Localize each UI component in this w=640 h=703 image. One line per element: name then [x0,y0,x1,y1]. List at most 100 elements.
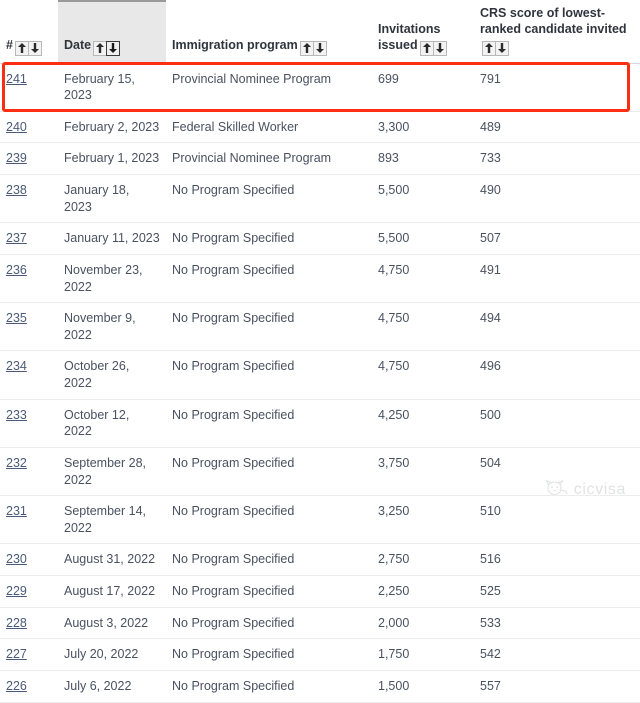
round-number-link[interactable]: 234 [6,359,27,373]
round-number-link[interactable]: 231 [6,504,27,518]
cell-invitations-issued: 2,750 [372,543,474,576]
sort-ascending-icon[interactable] [482,40,496,56]
cell-crs-score: 791 [474,63,640,112]
cell-date: August 3, 2022 [58,607,166,640]
cell-crs-score: 490 [474,174,640,224]
cell-immigration-program: No Program Specified [166,495,372,545]
cell-round-number: 234 [0,350,58,400]
sort-descending-icon[interactable] [106,40,121,56]
round-number-link[interactable]: 241 [6,72,27,86]
cell-crs-score: 557 [474,670,640,703]
cell-invitations-issued: 2,000 [372,607,474,640]
cell-round-number: 238 [0,174,58,224]
cell-round-number: 228 [0,607,58,640]
cell-crs-score: 525 [474,575,640,608]
cell-round-number: 235 [0,302,58,352]
table-row: 231 September 14, 2022 No Program Specifie… [0,495,640,545]
column-header-immigration-program: Immigration program [166,1,372,64]
round-number-link[interactable]: 236 [6,263,27,277]
cell-crs-score: 542 [474,638,640,671]
cell-date: February 1, 2023 [58,142,166,175]
table-body: 241 February 15, 2023 Provincial Nominee P… [0,63,640,703]
sort-ascending-icon[interactable] [93,40,108,56]
round-number-link[interactable]: 240 [6,120,27,134]
sort-controls-immigration-program [299,39,327,56]
table-header: # Date Immigration program Invitations i… [0,0,640,64]
cell-immigration-program: No Program Specified [166,670,372,703]
cell-immigration-program: No Program Specified [166,350,372,400]
sort-controls-number [14,39,42,56]
table-row: 237 January 11, 2023 No Program Specified 5… [0,222,640,255]
round-number-link[interactable]: 237 [6,231,27,245]
cell-invitations-issued: 4,750 [372,350,474,400]
table-row: 226 July 6, 2022 No Program Specified 1,500… [0,670,640,703]
cell-round-number: 227 [0,638,58,671]
cell-crs-score: 489 [474,111,640,144]
cell-invitations-issued: 4,750 [372,302,474,352]
cell-immigration-program: No Program Specified [166,302,372,352]
column-header-invitations-issued: Invitations issued [372,1,474,64]
round-number-link[interactable]: 232 [6,456,27,470]
table-row: 239 February 1, 2023 Provincial Nominee Pr… [0,142,640,175]
round-number-link[interactable]: 238 [6,183,27,197]
cell-immigration-program: No Program Specified [166,607,372,640]
sort-descending-icon[interactable] [312,40,327,56]
column-header-crs-score: CRS score of lowest-ranked candidate inv… [474,1,640,64]
cell-crs-score: 491 [474,254,640,304]
table-header-row: # Date Immigration program Invitations i… [0,0,640,64]
cell-date: October 12, 2022 [58,399,166,448]
round-number-link[interactable]: 230 [6,552,27,566]
cell-round-number: 237 [0,222,58,255]
cell-round-number: 233 [0,399,58,448]
cell-immigration-program: No Program Specified [166,543,372,576]
cell-immigration-program: Provincial Nominee Program [166,142,372,175]
sort-ascending-icon[interactable] [299,40,314,56]
table-row: 230 August 31, 2022 No Program Specified 2,… [0,543,640,576]
sort-controls-invitations-issued [419,39,447,56]
cell-invitations-issued: 3,250 [372,495,474,545]
table-row: 233 October 12, 2022 No Program Specified 4… [0,399,640,448]
table-row: 235 November 9, 2022 No Program Specified 4… [0,302,640,352]
table-row: 238 January 18, 2023 No Program Specified 5… [0,174,640,224]
sort-ascending-icon[interactable] [14,40,29,56]
round-number-link[interactable]: 227 [6,647,27,661]
sort-descending-icon[interactable] [27,40,42,56]
cell-date: November 9, 2022 [58,302,166,352]
cell-invitations-issued: 893 [372,142,474,175]
sort-controls-crs-score [482,39,509,56]
cell-crs-score: 733 [474,142,640,175]
cell-invitations-issued: 5,500 [372,222,474,255]
cell-immigration-program: No Program Specified [166,399,372,448]
cell-immigration-program: No Program Specified [166,447,372,497]
round-number-link[interactable]: 239 [6,151,27,165]
sort-descending-icon[interactable] [432,40,447,56]
express-entry-rounds-table: # Date Immigration program Invitations i… [0,0,640,703]
column-header-number: # [0,1,58,64]
round-number-link[interactable]: 229 [6,584,27,598]
cell-date: September 14, 2022 [58,495,166,545]
column-header-date-label: Date [64,38,92,53]
cell-invitations-issued: 4,250 [372,399,474,448]
cell-round-number: 236 [0,254,58,304]
cell-immigration-program: Federal Skilled Worker [166,111,372,144]
sort-descending-icon[interactable] [495,40,509,56]
cell-crs-score: 504 [474,447,640,497]
cell-invitations-issued: 1,750 [372,638,474,671]
cell-date: October 26, 2022 [58,350,166,400]
cell-invitations-issued: 2,250 [372,575,474,608]
cell-date: January 11, 2023 [58,222,166,255]
sort-controls-date [93,39,121,56]
column-header-number-label: # [6,38,13,53]
round-number-link[interactable]: 228 [6,616,27,630]
table-row: 229 August 17, 2022 No Program Specified 2,… [0,575,640,608]
column-header-crs-score-label: CRS score of lowest-ranked candidate inv… [480,6,627,37]
cell-date: August 17, 2022 [58,575,166,608]
cell-immigration-program: No Program Specified [166,174,372,224]
cell-immigration-program: No Program Specified [166,222,372,255]
cell-date: November 23, 2022 [58,254,166,304]
sort-ascending-icon[interactable] [419,40,434,56]
round-number-link[interactable]: 235 [6,311,27,325]
round-number-link[interactable]: 226 [6,679,27,693]
cell-crs-score: 516 [474,543,640,576]
round-number-link[interactable]: 233 [6,408,27,422]
